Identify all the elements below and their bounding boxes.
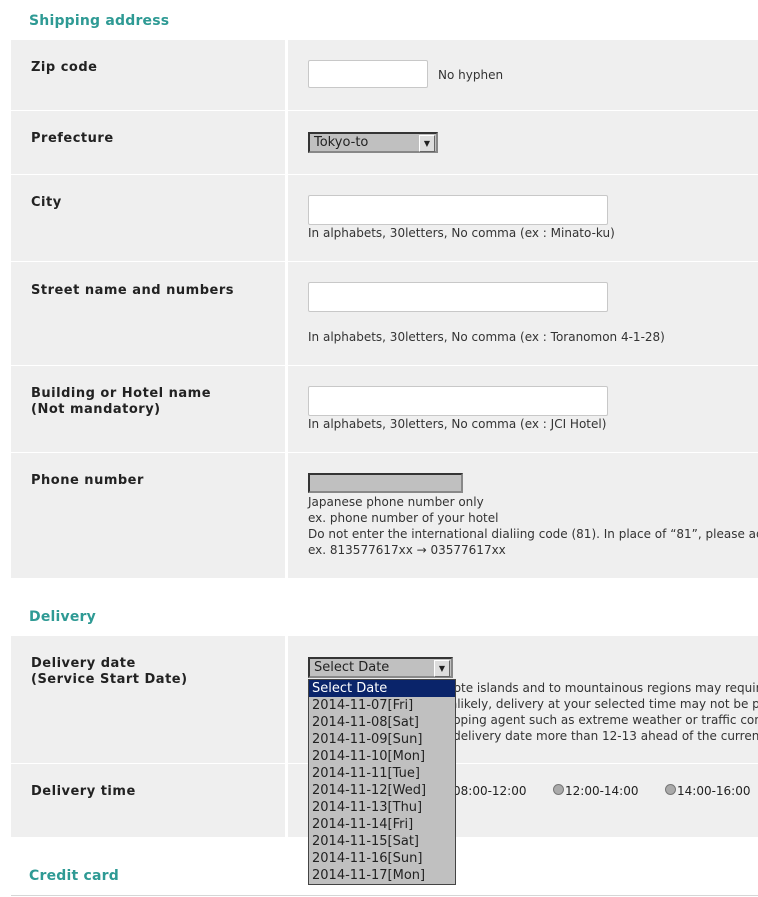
phone-note: ex. 813577617xx → 03577617xx	[308, 543, 506, 557]
divider	[11, 895, 758, 896]
delivery-date-label-note: (Service Start Date)	[31, 672, 188, 687]
dropdown-option[interactable]: 2014-11-17[Mon]	[309, 867, 455, 884]
phone-input[interactable]	[308, 473, 463, 493]
delivery-note: a delivery date more than 12-13 ahead of…	[442, 729, 758, 743]
delivery-note: mote islands and to mountainous regions …	[442, 681, 758, 695]
city-label: City	[11, 175, 285, 261]
building-note: In alphabets, 30letters, No comma (ex : …	[308, 417, 607, 431]
street-input[interactable]	[308, 282, 608, 312]
dropdown-option[interactable]: 2014-11-08[Sat]	[309, 714, 455, 731]
dropdown-option[interactable]: 2014-11-09[Sun]	[309, 731, 455, 748]
zip-label: Zip code	[11, 40, 285, 110]
prefecture-label: Prefecture	[11, 111, 285, 174]
building-label-note: (Not mandatory)	[31, 402, 161, 417]
dropdown-option[interactable]: 2014-11-07[Fri]	[309, 697, 455, 714]
prefecture-row: Prefecture Tokyo-to ▼	[11, 111, 758, 174]
city-row: City In alphabets, 30letters, No comma (…	[11, 175, 758, 261]
prefecture-select[interactable]: Tokyo-to ▼	[308, 132, 438, 153]
street-row: Street name and numbers In alphabets, 30…	[11, 262, 758, 365]
phone-note: ex. phone number of your hotel	[308, 511, 499, 525]
city-input[interactable]	[308, 195, 608, 225]
dropdown-option[interactable]: 2014-11-12[Wed]	[309, 782, 455, 799]
dropdown-option[interactable]: 2014-11-16[Sun]	[309, 850, 455, 867]
chevron-down-icon: ▼	[434, 660, 450, 677]
city-note: In alphabets, 30letters, No comma (ex : …	[308, 226, 615, 240]
prefecture-value: Tokyo-to	[314, 135, 369, 150]
delivery-heading: Delivery	[29, 609, 96, 625]
building-input[interactable]	[308, 386, 608, 416]
time-label: 12:00-14:00	[565, 784, 639, 798]
credit-card-heading: Credit card	[29, 868, 119, 884]
time-radio-1200[interactable]: 12:00-14:00	[553, 784, 639, 798]
delivery-note: hipping agent such as extreme weather or…	[442, 713, 758, 727]
time-label: 14:00-16:00	[677, 784, 751, 798]
dropdown-option[interactable]: 2014-11-10[Mon]	[309, 748, 455, 765]
dropdown-option[interactable]: 2014-11-11[Tue]	[309, 765, 455, 782]
dropdown-option[interactable]: 2014-11-15[Sat]	[309, 833, 455, 850]
phone-note: Japanese phone number only	[308, 495, 484, 509]
time-label: 08:00-12:00	[453, 784, 527, 798]
dropdown-option[interactable]: 2014-11-13[Thu]	[309, 799, 455, 816]
phone-note: Do not enter the international dialiing …	[308, 527, 758, 541]
building-label: Building or Hotel name	[31, 386, 212, 401]
dropdown-option[interactable]: 2014-11-14[Fri]	[309, 816, 455, 833]
delivery-time-label: Delivery time	[11, 764, 285, 837]
phone-row: Phone number Japanese phone number only …	[11, 453, 758, 578]
zip-note: No hyphen	[438, 68, 504, 82]
street-label: Street name and numbers	[11, 262, 285, 365]
radio-icon[interactable]	[665, 784, 676, 795]
chevron-down-icon: ▼	[419, 135, 435, 152]
shipping-heading: Shipping address	[29, 13, 170, 29]
phone-notes: Japanese phone number only ex. phone num…	[308, 494, 758, 558]
delivery-date-select[interactable]: Select Date ▼	[308, 657, 453, 678]
building-row: Building or Hotel name (Not mandatory) In…	[11, 366, 758, 452]
radio-icon[interactable]	[553, 784, 564, 795]
delivery-note: unlikely, delivery at your selected time…	[442, 697, 758, 711]
time-radio-1400[interactable]: 14:00-16:00	[665, 784, 751, 798]
delivery-notes: mote islands and to mountainous regions …	[442, 680, 758, 744]
delivery-date-value: Select Date	[314, 660, 390, 675]
street-note: In alphabets, 30letters, No comma (ex : …	[308, 330, 665, 344]
delivery-date-label: Delivery date	[31, 656, 136, 671]
zip-input[interactable]	[308, 60, 428, 88]
zip-row: Zip code No hyphen	[11, 40, 758, 110]
dropdown-option[interactable]: Select Date	[309, 680, 455, 697]
delivery-date-dropdown[interactable]: Select Date 2014-11-07[Fri] 2014-11-08[S…	[308, 679, 456, 885]
phone-label: Phone number	[11, 453, 285, 578]
